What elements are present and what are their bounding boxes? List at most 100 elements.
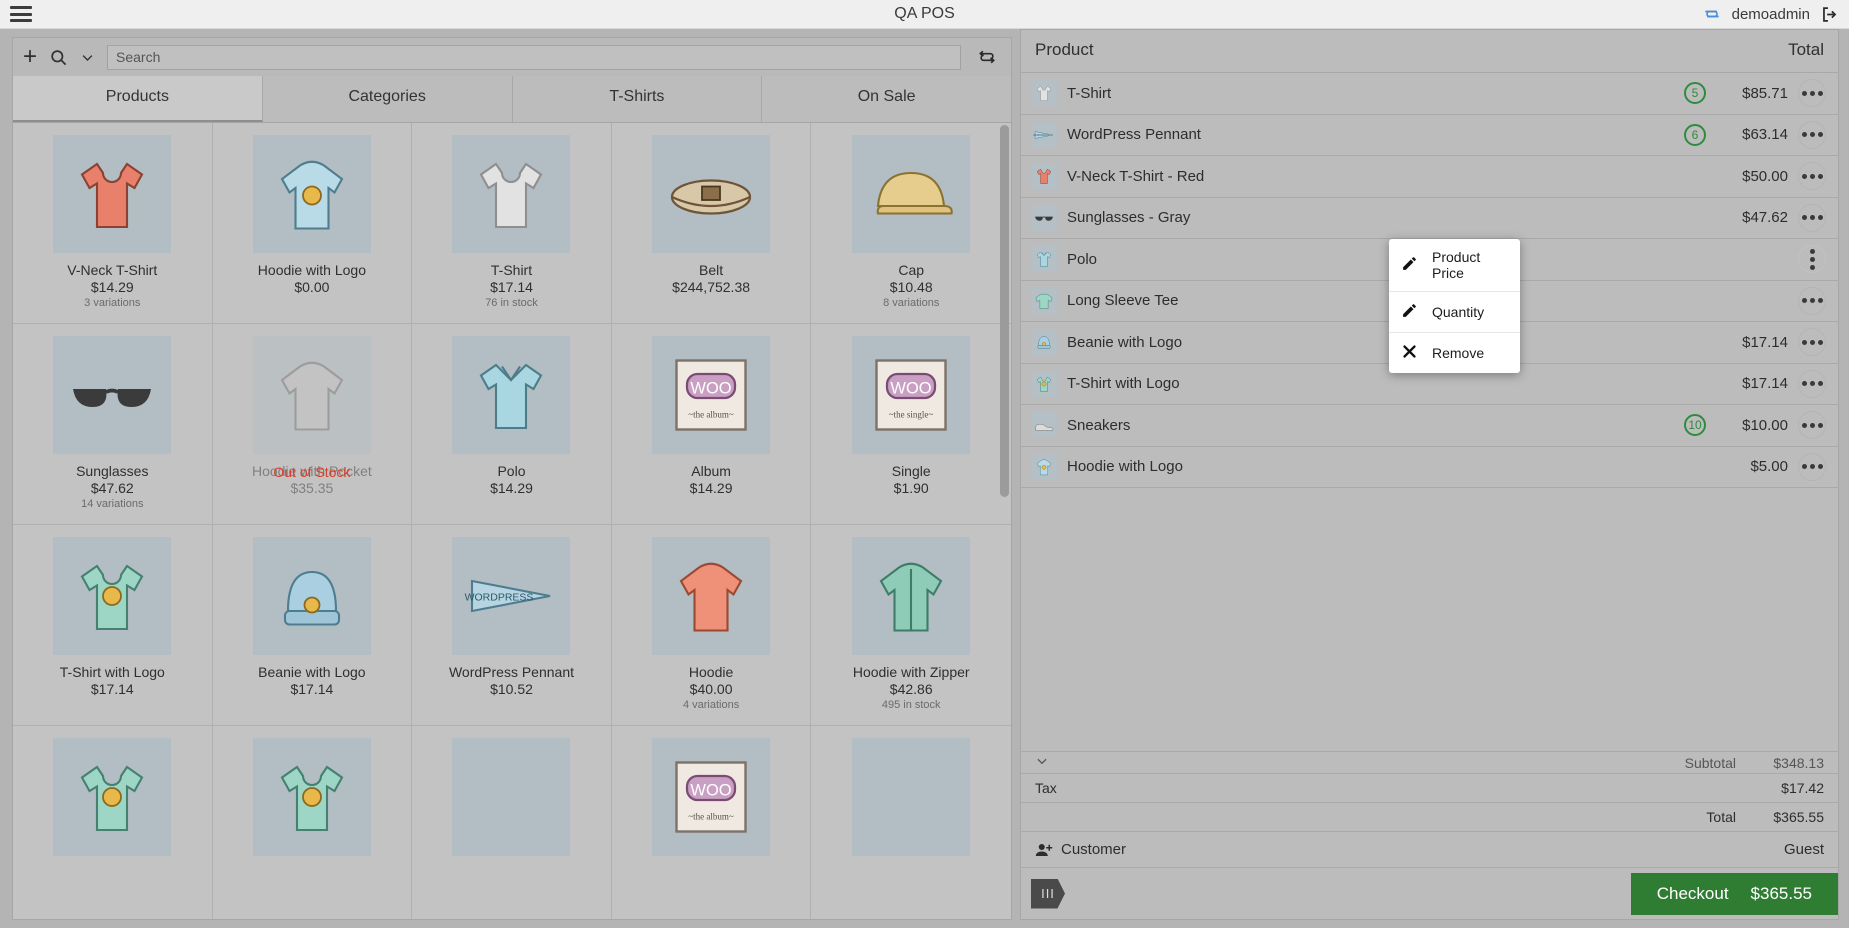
context-menu-quantity[interactable]: Quantity	[1389, 292, 1520, 333]
context-menu-remove[interactable]: Remove	[1389, 333, 1520, 373]
cart-item-row[interactable]: V-Neck T-Shirt - Red $50.00	[1021, 156, 1838, 198]
cart-item-row[interactable]: Sneakers 10 $10.00	[1021, 405, 1838, 447]
product-card[interactable]: T-Shirt with Logo $17.14	[13, 525, 213, 726]
cart-item-price: $5.00	[1750, 458, 1788, 476]
product-card[interactable]: Belt $244,752.38	[611, 123, 812, 324]
cart-item-name: T-Shirt with Logo	[1067, 375, 1180, 393]
add-customer-icon[interactable]	[1035, 841, 1053, 859]
customer-label: Customer	[1061, 841, 1127, 858]
product-card[interactable]	[13, 726, 213, 919]
product-card[interactable]: WOO ~the album~	[612, 726, 812, 919]
product-card[interactable]: Hoodie $40.00 4 variations	[611, 525, 812, 726]
cart-item-actions-icon[interactable]	[1798, 286, 1826, 315]
product-card[interactable]: WOO ~the album~ Album $14.29	[611, 324, 812, 525]
cart-item-row[interactable]: WORDPRESS WordPress Pennant 6 $63.14	[1021, 115, 1838, 156]
product-grid: V-Neck T-Shirt $14.29 3 variations Hoodie w…	[13, 123, 1011, 919]
total-row: Total $365.55	[1021, 802, 1838, 831]
tab-tshirts[interactable]: T-Shirts	[512, 76, 763, 122]
product-card[interactable]: WORDPRESS WordPress Pennant $10.52	[412, 525, 612, 726]
cart-item-row[interactable]: Sunglasses - Gray $47.62	[1021, 198, 1838, 239]
product-thumbnail	[53, 537, 172, 655]
product-price: $10.48	[889, 279, 933, 295]
cart-item-thumbnail	[1031, 80, 1057, 107]
product-card[interactable]: Hoodie with Pocket $35.35 Out of Stock	[212, 324, 413, 525]
cart-item-actions-icon[interactable]	[1798, 203, 1826, 232]
cart-item-quantity-badge[interactable]: 5	[1684, 82, 1706, 105]
chevron-down-icon[interactable]	[1035, 754, 1049, 771]
product-price: $0.00	[294, 279, 330, 296]
totals-collapse-row[interactable]: Subtotal $348.13	[1021, 751, 1838, 773]
cart-item-actions-icon[interactable]	[1798, 411, 1826, 440]
tab-products[interactable]: Products	[13, 76, 263, 122]
checkout-button[interactable]: Checkout $365.55	[1630, 872, 1838, 915]
product-price: $14.29	[689, 480, 733, 497]
search-input[interactable]	[107, 44, 961, 70]
product-card[interactable]: WOO ~the single~ Single $1.90	[811, 324, 1011, 525]
product-name: Beanie with Logo	[258, 664, 366, 680]
cart-item-name: Beanie with Logo	[1067, 333, 1183, 351]
cart-item-actions-icon[interactable]	[1798, 245, 1826, 274]
product-thumbnail	[452, 135, 571, 253]
product-card[interactable]: Hoodie with Zipper $42.86 495 in stock	[811, 525, 1011, 726]
product-card[interactable]	[811, 726, 1011, 919]
product-thumbnail	[652, 537, 771, 655]
product-grid-scrollbar[interactable]	[1000, 125, 1009, 497]
cart-item-price: $17.14	[1742, 333, 1788, 351]
cart-panel: Product Total T-Shirt 5 $85.71 WORDPRESS Wor…	[1020, 29, 1839, 920]
cart-item-actions-icon[interactable]	[1798, 120, 1826, 149]
search-icon[interactable]	[49, 48, 68, 67]
cart-item-actions-icon[interactable]	[1798, 328, 1826, 357]
refresh-icon[interactable]	[977, 47, 997, 67]
total-value: $365.55	[1773, 809, 1824, 825]
chevron-down-icon[interactable]	[80, 50, 95, 65]
product-thumbnail	[852, 135, 971, 253]
product-thumbnail	[652, 135, 771, 253]
product-name: V-Neck T-Shirt	[67, 261, 158, 278]
topbar-right-group: demoadmin	[1702, 4, 1839, 24]
product-card[interactable]: Polo $14.29	[412, 324, 612, 525]
product-grid-container: V-Neck T-Shirt $14.29 3 variations Hoodie w…	[12, 123, 1012, 920]
product-thumbnail	[252, 336, 371, 454]
product-meta: 3 variations	[84, 297, 141, 309]
product-price: $17.14	[90, 681, 134, 698]
products-pane: + Products Categories T-	[0, 29, 1020, 928]
product-name: Album	[691, 463, 731, 479]
cart-item-actions-icon[interactable]	[1798, 162, 1826, 191]
cart-item-price: $63.14	[1742, 126, 1788, 144]
tax-value: $17.42	[1781, 780, 1824, 796]
search-toolbar: +	[12, 37, 1012, 76]
out-of-stock-label: Out of Stock	[273, 464, 351, 480]
product-thumbnail	[852, 738, 971, 856]
cart-item-actions-icon[interactable]	[1798, 452, 1826, 481]
product-price: $17.14	[490, 279, 533, 295]
plus-icon[interactable]: +	[23, 45, 37, 69]
product-price: $10.52	[490, 681, 533, 698]
cart-item-row[interactable]: Hoodie with Logo $5.00	[1021, 447, 1838, 488]
customer-row[interactable]: Customer Guest	[1021, 831, 1838, 867]
cart-item-row[interactable]: T-Shirt 5 $85.71	[1021, 73, 1838, 115]
cart-item-thumbnail	[1031, 412, 1057, 439]
cart-item-thumbnail	[1031, 329, 1057, 356]
cart-item-thumbnail	[1031, 370, 1057, 397]
cart-item-quantity-badge[interactable]: 6	[1684, 123, 1706, 146]
product-card[interactable]: V-Neck T-Shirt $14.29 3 variations	[13, 123, 213, 324]
context-menu-product-price[interactable]: Product Price	[1389, 239, 1520, 292]
logout-icon[interactable]	[1820, 5, 1839, 24]
product-card[interactable]: Beanie with Logo $17.14	[212, 525, 413, 726]
checkout-row: III Checkout $365.55	[1021, 867, 1838, 919]
cart-item-name: Hoodie with Logo	[1067, 458, 1183, 476]
product-card[interactable]: T-Shirt $17.14 76 in stock	[412, 123, 612, 324]
cart-item-actions-icon[interactable]	[1798, 369, 1826, 398]
product-card[interactable]: Cap $10.48 8 variations	[811, 123, 1011, 324]
hold-order-button[interactable]: III	[1031, 878, 1065, 909]
tab-categories[interactable]: Categories	[262, 76, 513, 122]
product-card[interactable]	[213, 726, 413, 919]
sync-icon[interactable]	[1702, 4, 1722, 24]
cart-item-actions-icon[interactable]	[1798, 79, 1826, 108]
cart-item-quantity-badge[interactable]: 10	[1684, 414, 1706, 437]
tab-on-sale[interactable]: On Sale	[762, 76, 1011, 122]
product-card[interactable]: Hoodie with Logo $0.00	[212, 123, 413, 324]
product-card[interactable]	[412, 726, 612, 919]
cart-item-list: T-Shirt 5 $85.71 WORDPRESS WordPress Pennant…	[1021, 73, 1838, 751]
product-card[interactable]: Sunglasses $47.62 14 variations	[13, 324, 213, 525]
